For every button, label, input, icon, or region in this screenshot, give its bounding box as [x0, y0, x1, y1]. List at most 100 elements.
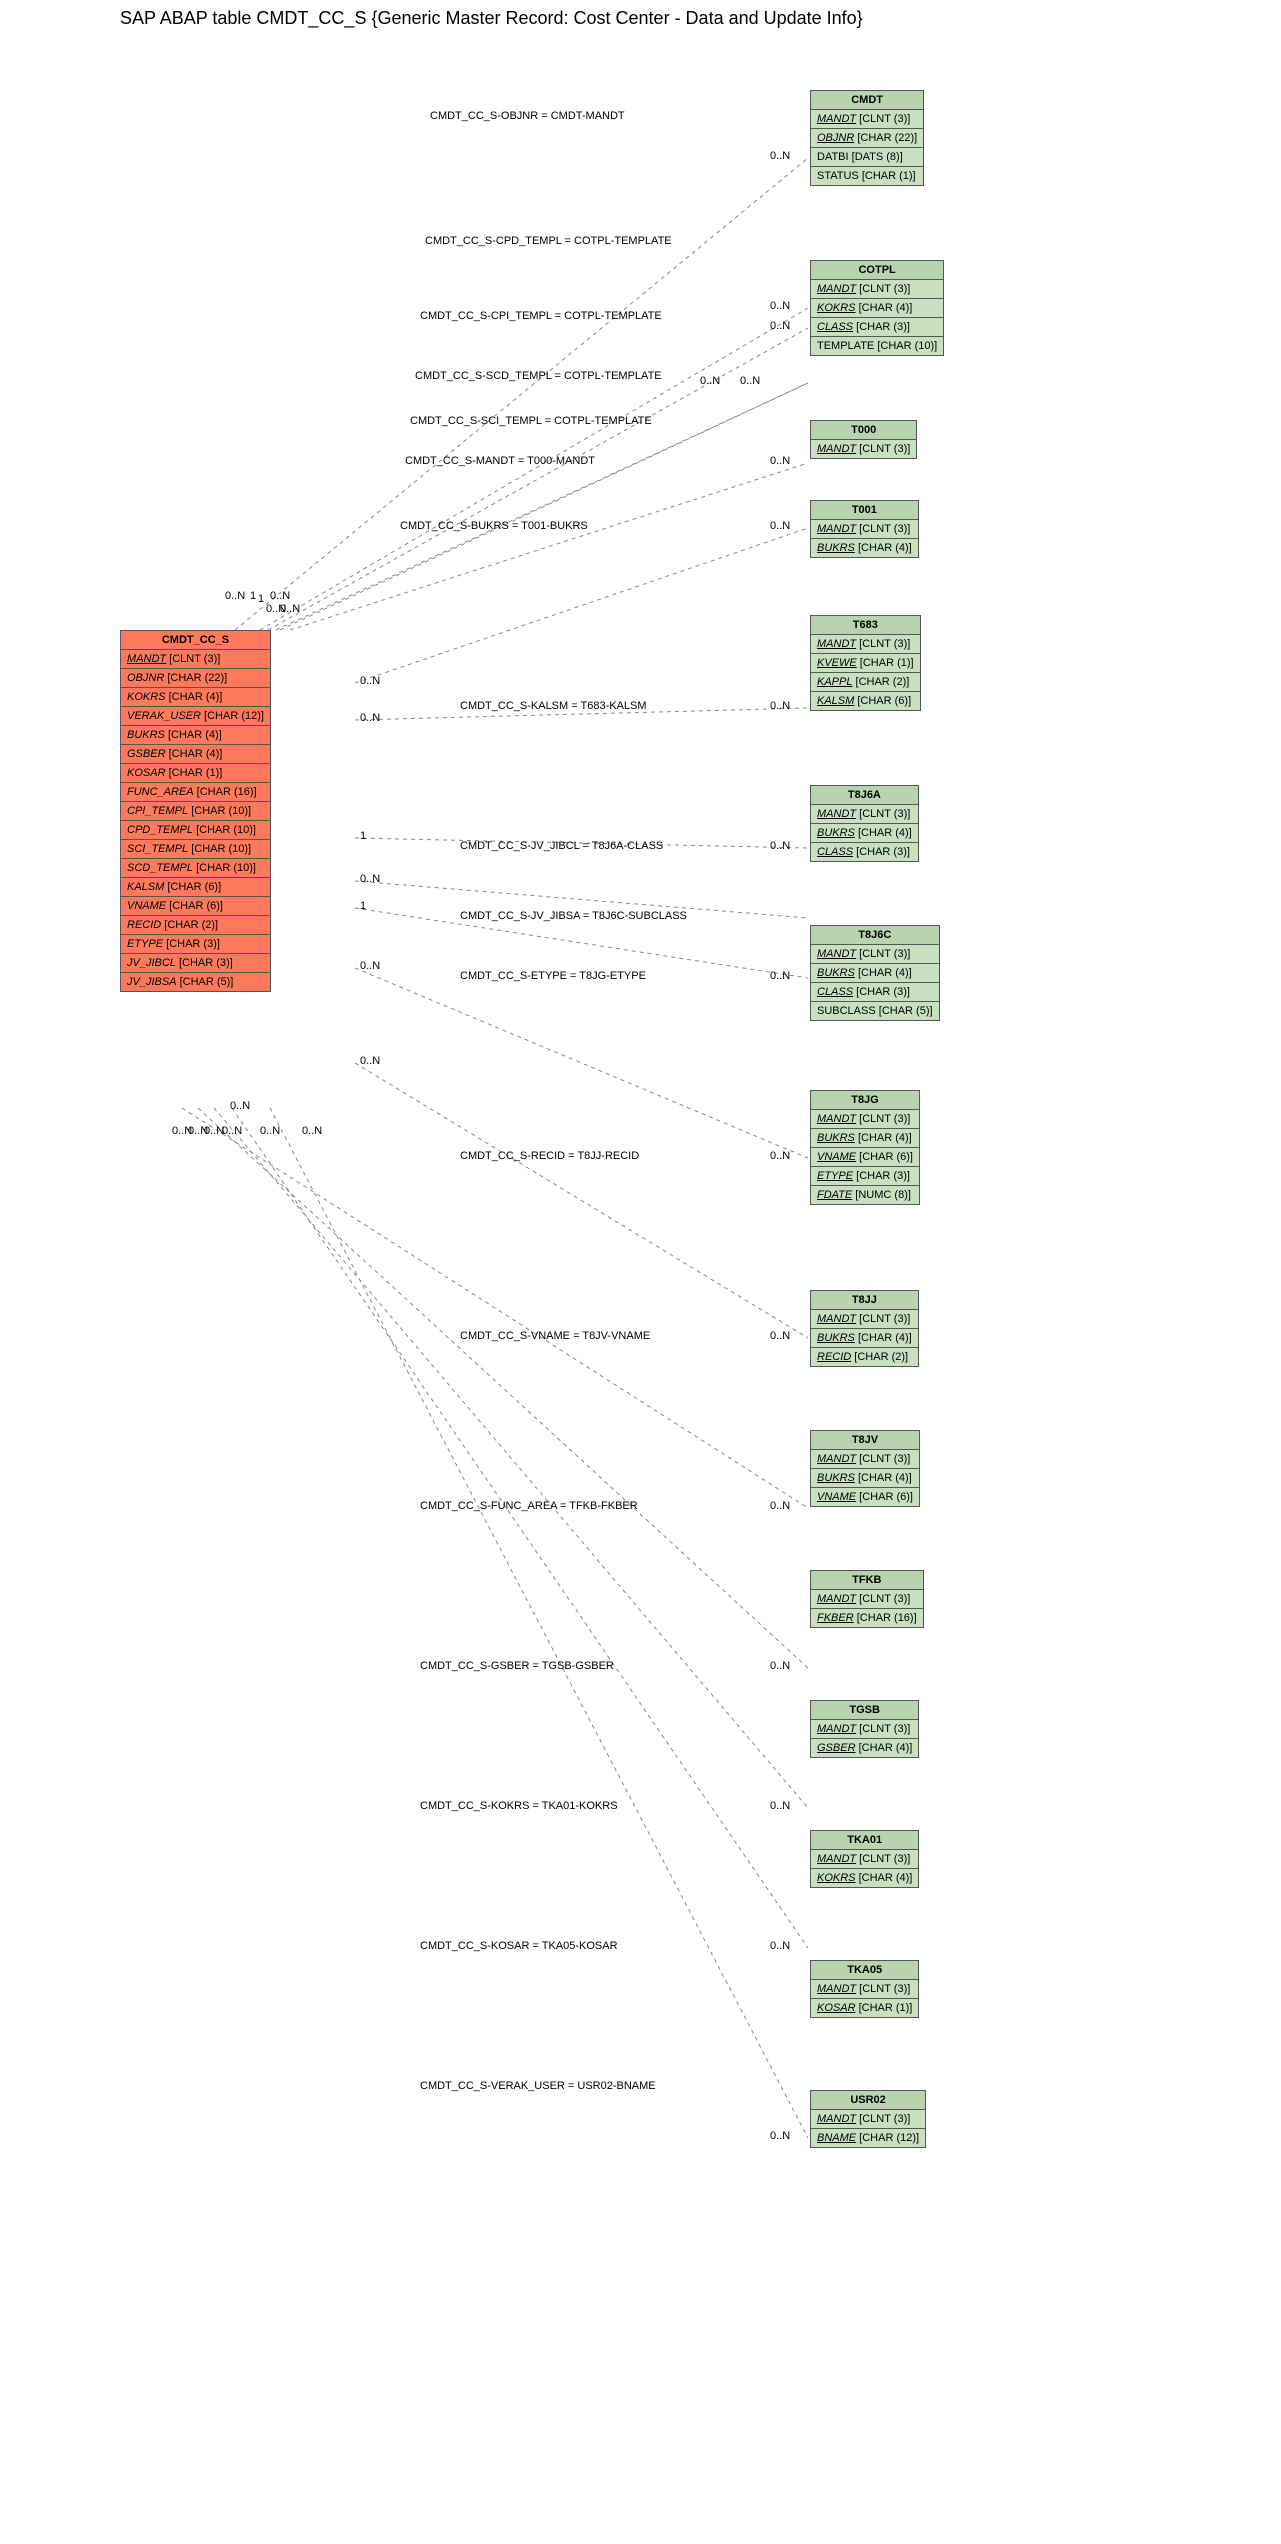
ref-table-header: T8JV [811, 1431, 920, 1450]
relation-label: CMDT_CC_S-BUKRS = T001-BUKRS [400, 520, 588, 532]
cardinality-right: 0..N [770, 1940, 790, 1952]
main-field: KOSAR [CHAR (1)] [121, 764, 271, 783]
ref-table-header: COTPL [811, 261, 944, 280]
relation-label: CMDT_CC_S-CPD_TEMPL = COTPL-TEMPLATE [425, 235, 672, 247]
ref-field: BUKRS [CHAR (4)] [811, 824, 919, 843]
ref-field: KOSAR [CHAR (1)] [811, 1999, 919, 2018]
cardinality-left: 0..N [280, 603, 300, 615]
ref-table-header: USR02 [811, 2091, 926, 2110]
ref-table-cotpl: COTPLMANDT [CLNT (3)]KOKRS [CHAR (4)]CLA… [810, 260, 944, 356]
ref-field: RECID [CHAR (2)] [811, 1348, 919, 1367]
main-field: GSBER [CHAR (4)] [121, 745, 271, 764]
main-field: VNAME [CHAR (6)] [121, 897, 271, 916]
ref-field: MANDT [CLNT (3)] [811, 2110, 926, 2129]
ref-table-tka01: TKA01MANDT [CLNT (3)]KOKRS [CHAR (4)] [810, 1830, 919, 1888]
cardinality-left: 0..N [260, 1125, 280, 1137]
ref-table-cmdt: CMDTMANDT [CLNT (3)]OBJNR [CHAR (22)]DAT… [810, 90, 924, 186]
ref-field: KOKRS [CHAR (4)] [811, 1869, 919, 1888]
ref-field: KOKRS [CHAR (4)] [811, 299, 944, 318]
ref-field: MANDT [CLNT (3)] [811, 440, 917, 459]
ref-table-t8jj: T8JJMANDT [CLNT (3)]BUKRS [CHAR (4)]RECI… [810, 1290, 919, 1367]
ref-table-t8jv: T8JVMANDT [CLNT (3)]BUKRS [CHAR (4)]VNAM… [810, 1430, 920, 1507]
ref-field: MANDT [CLNT (3)] [811, 1310, 919, 1329]
ref-field: SUBCLASS [CHAR (5)] [811, 1002, 940, 1021]
ref-table-t8jg: T8JGMANDT [CLNT (3)]BUKRS [CHAR (4)]VNAM… [810, 1090, 920, 1205]
cardinality-left: 1 [360, 830, 366, 842]
cardinality-left: 0..N [225, 590, 245, 602]
ref-table-header: TFKB [811, 1571, 924, 1590]
ref-table-t683: T683MANDT [CLNT (3)]KVEWE [CHAR (1)]KAPP… [810, 615, 921, 711]
ref-table-t001: T001MANDT [CLNT (3)]BUKRS [CHAR (4)] [810, 500, 919, 558]
ref-field: STATUS [CHAR (1)] [811, 167, 924, 186]
ref-field: FKBER [CHAR (16)] [811, 1609, 924, 1628]
ref-table-t8j6a: T8J6AMANDT [CLNT (3)]BUKRS [CHAR (4)]CLA… [810, 785, 919, 862]
ref-table-t8j6c: T8J6CMANDT [CLNT (3)]BUKRS [CHAR (4)]CLA… [810, 925, 940, 1021]
main-field: FUNC_AREA [CHAR (16)] [121, 783, 271, 802]
ref-field: TEMPLATE [CHAR (10)] [811, 337, 944, 356]
main-field: ETYPE [CHAR (3)] [121, 935, 271, 954]
cardinality-right: 0..N [770, 455, 790, 467]
ref-table-tfkb: TFKBMANDT [CLNT (3)]FKBER [CHAR (16)] [810, 1570, 924, 1628]
relation-label: CMDT_CC_S-KOKRS = TKA01-KOKRS [420, 1800, 618, 1812]
ref-table-header: TKA01 [811, 1831, 919, 1850]
ref-field: CLASS [CHAR (3)] [811, 983, 940, 1002]
ref-table-header: T8J6C [811, 926, 940, 945]
ref-table-header: CMDT [811, 91, 924, 110]
ref-table-header: T8JJ [811, 1291, 919, 1310]
ref-table-t000: T000MANDT [CLNT (3)] [810, 420, 917, 459]
cardinality-left: 0..N [360, 712, 380, 724]
cardinality-left: 0..N [360, 1055, 380, 1067]
ref-field: MANDT [CLNT (3)] [811, 635, 921, 654]
ref-field: MANDT [CLNT (3)] [811, 1450, 920, 1469]
ref-field: MANDT [CLNT (3)] [811, 1720, 919, 1739]
cardinality-left: 1 [258, 593, 264, 605]
cardinality-right: 0..N [770, 1800, 790, 1812]
ref-field: MANDT [CLNT (3)] [811, 280, 944, 299]
ref-field: MANDT [CLNT (3)] [811, 1590, 924, 1609]
ref-field: MANDT [CLNT (3)] [811, 1980, 919, 1999]
cardinality-right: 0..N [700, 375, 720, 387]
ref-field: FDATE [NUMC (8)] [811, 1186, 920, 1205]
cardinality-right: 0..N [770, 1330, 790, 1342]
cardinality-left: 0..N [360, 873, 380, 885]
ref-field: KVEWE [CHAR (1)] [811, 654, 921, 673]
main-field: MANDT [CLNT (3)] [121, 650, 271, 669]
cardinality-right: 0..N [740, 375, 760, 387]
cardinality-left: 0..N [270, 590, 290, 602]
cardinality-right: 0..N [770, 320, 790, 332]
main-table-header: CMDT_CC_S [121, 631, 271, 650]
ref-field: VNAME [CHAR (6)] [811, 1488, 920, 1507]
relation-label: CMDT_CC_S-OBJNR = CMDT-MANDT [430, 110, 625, 122]
ref-field: BUKRS [CHAR (4)] [811, 964, 940, 983]
cardinality-right: 0..N [770, 840, 790, 852]
cardinality-right: 0..N [770, 1150, 790, 1162]
cardinality-left: 1 [250, 590, 256, 602]
cardinality-left: 0..N [360, 960, 380, 972]
cardinality-left: 1 [360, 900, 366, 912]
cardinality-left: 0..N [230, 1100, 250, 1112]
main-field: CPI_TEMPL [CHAR (10)] [121, 802, 271, 821]
ref-field: MANDT [CLNT (3)] [811, 805, 919, 824]
relation-label: CMDT_CC_S-MANDT = T000-MANDT [405, 455, 595, 467]
ref-field: MANDT [CLNT (3)] [811, 520, 919, 539]
relation-label: CMDT_CC_S-SCI_TEMPL = COTPL-TEMPLATE [410, 415, 652, 427]
ref-table-header: TKA05 [811, 1961, 919, 1980]
main-field: JV_JIBCL [CHAR (3)] [121, 954, 271, 973]
ref-table-header: T683 [811, 616, 921, 635]
main-field: SCI_TEMPL [CHAR (10)] [121, 840, 271, 859]
ref-field: BUKRS [CHAR (4)] [811, 1329, 919, 1348]
ref-table-tka05: TKA05MANDT [CLNT (3)]KOSAR [CHAR (1)] [810, 1960, 919, 2018]
ref-table-header: T001 [811, 501, 919, 520]
relation-label: CMDT_CC_S-ETYPE = T8JG-ETYPE [460, 970, 646, 982]
ref-field: MANDT [CLNT (3)] [811, 1110, 920, 1129]
ref-field: BUKRS [CHAR (4)] [811, 539, 919, 558]
ref-field: DATBI [DATS (8)] [811, 148, 924, 167]
ref-field: GSBER [CHAR (4)] [811, 1739, 919, 1758]
ref-field: CLASS [CHAR (3)] [811, 843, 919, 862]
ref-table-header: T000 [811, 421, 917, 440]
relation-label: CMDT_CC_S-SCD_TEMPL = COTPL-TEMPLATE [415, 370, 662, 382]
main-field: BUKRS [CHAR (4)] [121, 726, 271, 745]
cardinality-right: 0..N [770, 1500, 790, 1512]
cardinality-right: 0..N [770, 1660, 790, 1672]
ref-field: BNAME [CHAR (12)] [811, 2129, 926, 2148]
